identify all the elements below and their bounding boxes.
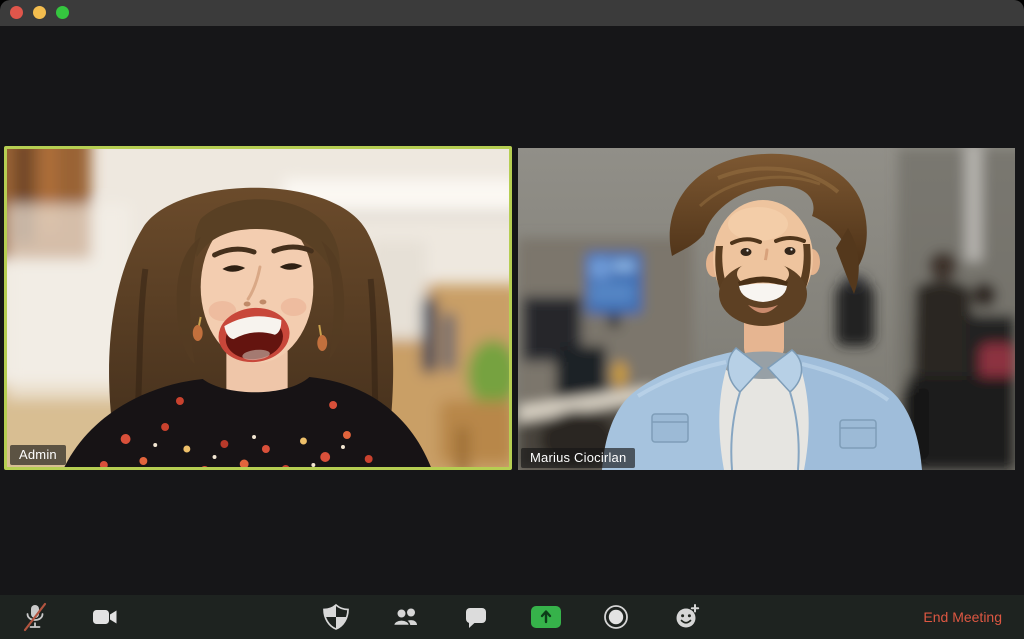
record-button[interactable]: [597, 598, 635, 636]
reactions-button[interactable]: [668, 598, 706, 636]
security-shield-icon: [321, 602, 351, 632]
mute-button[interactable]: [16, 598, 54, 636]
video-camera-icon: [90, 602, 120, 632]
chat-bubble-icon: [461, 602, 491, 632]
participant-name-label: Marius Ciocirlan: [521, 448, 635, 468]
video-grid: Admin: [0, 26, 1024, 595]
marius-video-feed: [518, 148, 1015, 470]
share-screen-button[interactable]: [527, 598, 565, 636]
participant-name-label: Admin: [10, 445, 66, 465]
microphone-muted-icon: [18, 600, 52, 634]
participants-button[interactable]: [387, 598, 425, 636]
security-button[interactable]: [317, 598, 355, 636]
video-button[interactable]: [86, 598, 124, 636]
close-window-button[interactable]: [10, 6, 23, 19]
zoom-window-button[interactable]: [56, 6, 69, 19]
admin-video-feed: [7, 149, 509, 467]
end-meeting-button[interactable]: End Meeting: [923, 595, 1002, 639]
window-titlebar: [0, 0, 1024, 26]
meeting-toolbar: End Meeting: [0, 595, 1024, 639]
share-screen-icon: [529, 602, 563, 632]
record-icon: [601, 602, 631, 632]
reactions-smiley-icon: [671, 601, 703, 633]
meeting-window: Admin: [0, 0, 1024, 639]
video-tile-admin[interactable]: Admin: [4, 146, 512, 470]
participants-icon: [390, 601, 422, 633]
video-tile-marius[interactable]: Marius Ciocirlan: [518, 148, 1015, 470]
chat-button[interactable]: [457, 598, 495, 636]
minimize-window-button[interactable]: [33, 6, 46, 19]
